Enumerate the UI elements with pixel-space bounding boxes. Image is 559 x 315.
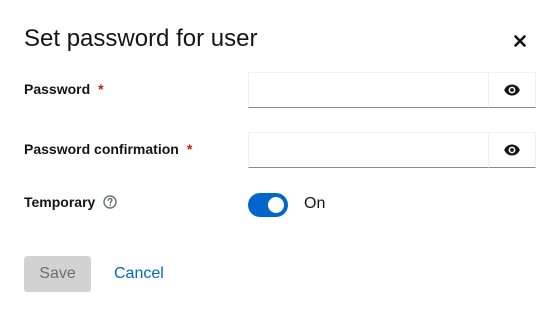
help-icon[interactable] — [103, 195, 118, 209]
password-label: Password * — [24, 81, 104, 97]
set-password-modal: Set password for user Password * Passwor… — [0, 0, 559, 315]
password-input[interactable] — [248, 72, 488, 108]
modal-title: Set password for user — [24, 25, 258, 52]
temporary-switch[interactable] — [248, 193, 288, 217]
password-confirmation-label: Password confirmation * — [24, 141, 192, 157]
temporary-label: Temporary — [24, 194, 118, 210]
show-password-button[interactable] — [488, 72, 536, 108]
cancel-button[interactable]: Cancel — [106, 256, 172, 292]
temporary-label-text: Temporary — [24, 194, 96, 210]
close-button[interactable] — [506, 27, 534, 55]
required-mark: * — [186, 141, 193, 157]
close-icon — [514, 35, 526, 47]
save-button[interactable]: Save — [24, 256, 91, 292]
password-field — [248, 72, 536, 108]
switch-knob — [268, 197, 284, 213]
eye-icon — [504, 84, 520, 96]
show-password-confirmation-button[interactable] — [488, 132, 536, 168]
password-label-text: Password — [24, 81, 91, 97]
password-confirmation-field — [248, 132, 536, 168]
required-mark: * — [98, 81, 104, 97]
password-confirmation-label-text: Password confirmation — [24, 141, 179, 157]
temporary-switch-state: On — [304, 195, 326, 212]
password-confirmation-input[interactable] — [248, 132, 488, 168]
eye-icon — [504, 144, 520, 156]
